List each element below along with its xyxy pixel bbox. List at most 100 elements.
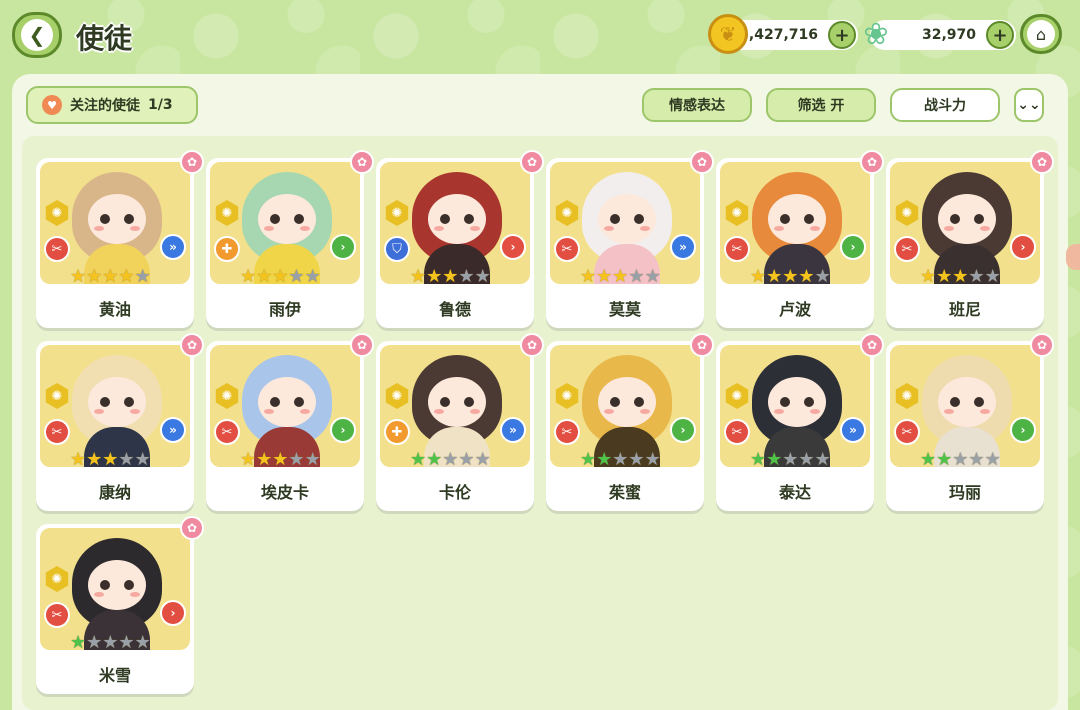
star-icon: ★ bbox=[798, 266, 815, 285]
page-title: 使徒 bbox=[76, 22, 133, 55]
star-rating: ★ ★ ★ ★ ★ bbox=[750, 449, 831, 468]
star-icon: ★ bbox=[134, 449, 151, 468]
star-icon: ★ bbox=[936, 449, 953, 468]
star-icon: ★ bbox=[272, 266, 289, 285]
blush bbox=[640, 409, 650, 414]
eye bbox=[634, 214, 644, 224]
eye bbox=[270, 397, 280, 407]
add-gem-button[interactable]: + bbox=[986, 21, 1014, 49]
character-portrait: ✺ ✂ › ★ ★ ★ ★ ★ bbox=[720, 162, 870, 284]
eye bbox=[950, 214, 960, 224]
eye bbox=[974, 214, 984, 224]
blush bbox=[130, 592, 140, 597]
character-card[interactable]: ✺ ✂ › ★ ★ ★ ★ ★ ✿ 玛丽 bbox=[886, 333, 1054, 511]
eye bbox=[440, 397, 450, 407]
character-face bbox=[258, 194, 316, 244]
sun-element-icon: ✺ bbox=[45, 566, 69, 592]
expand-button[interactable]: ⌄⌄ bbox=[1014, 88, 1044, 122]
character-card[interactable]: ✺ ✚ › ★ ★ ★ ★ ★ ✿ 雨伊 bbox=[206, 150, 374, 328]
eye bbox=[100, 214, 110, 224]
star-icon: ★ bbox=[644, 449, 661, 468]
blush bbox=[130, 409, 140, 414]
star-rating: ★ ★ ★ ★ ★ bbox=[70, 266, 151, 285]
character-face bbox=[88, 377, 146, 427]
star-icon: ★ bbox=[118, 632, 135, 651]
character-name: 卢波 bbox=[778, 300, 811, 319]
star-rating: ★ ★ ★ ★ ★ bbox=[70, 449, 151, 468]
gem-value: 32,970 bbox=[921, 27, 976, 43]
side-tab-handle[interactable] bbox=[1066, 244, 1080, 270]
star-rating: ★ ★ ★ ★ ★ bbox=[240, 266, 321, 285]
character-card[interactable]: ✺ ✚» ★ ★ ★ ★ ★ ✿ 卡伦 bbox=[376, 333, 544, 511]
gold-counter: ❦ 5,427,716 + bbox=[708, 14, 858, 54]
blush bbox=[94, 592, 104, 597]
attack-role-icon: ✂ bbox=[44, 419, 70, 445]
star-icon: ★ bbox=[304, 449, 321, 468]
character-card[interactable]: ✺ ✂ › ★ ★ ★ ★ ★ ✿ 米雪 bbox=[36, 516, 204, 694]
power-class-icon: › bbox=[1010, 234, 1036, 260]
star-icon: ★ bbox=[102, 449, 119, 468]
star-icon: ★ bbox=[766, 449, 783, 468]
character-name: 黄油 bbox=[98, 300, 131, 319]
sort-power-button[interactable]: 战斗力 bbox=[890, 88, 1000, 122]
character-face bbox=[428, 377, 486, 427]
character-name: 茱蜜 bbox=[608, 483, 641, 502]
blush bbox=[94, 409, 104, 414]
eye bbox=[270, 214, 280, 224]
blush bbox=[944, 409, 954, 414]
character-card[interactable]: ✺ ✂ › ★ ★ ★ ★ ★ ✿ 卢波 bbox=[716, 150, 884, 328]
filter-button[interactable]: 筛选 开 bbox=[766, 88, 876, 122]
star-icon: ★ bbox=[86, 449, 103, 468]
star-rating: ★ ★ ★ ★ ★ bbox=[410, 449, 491, 468]
star-icon: ★ bbox=[426, 266, 443, 285]
back-button[interactable]: ❮ bbox=[12, 12, 62, 58]
eye bbox=[294, 214, 304, 224]
character-card[interactable]: ✺ ✂ › ★ ★ ★ ★ ★ ✿ 埃皮卡 bbox=[206, 333, 374, 511]
character-card[interactable]: ✺ ✂ › ★ ★ ★ ★ ★ ✿ 茱蜜 bbox=[546, 333, 714, 511]
character-face bbox=[768, 377, 826, 427]
flower-icon: ✿ bbox=[180, 516, 204, 540]
star-icon: ★ bbox=[766, 266, 783, 285]
speed-class-icon: » bbox=[160, 417, 186, 443]
character-face bbox=[258, 377, 316, 427]
character-card[interactable]: ✺ ✂» ★ ★ ★ ★ ★ ✿ 康纳 bbox=[36, 333, 204, 511]
star-icon: ★ bbox=[134, 632, 151, 651]
home-button[interactable]: ⌂ bbox=[1020, 14, 1062, 54]
star-icon: ★ bbox=[410, 449, 427, 468]
defense-role-icon: ⛉ bbox=[384, 236, 410, 262]
character-portrait: ✺ ✂ › ★ ★ ★ ★ ★ bbox=[550, 345, 700, 467]
character-card[interactable]: ✺ ✂ › ★ ★ ★ ★ ★ ✿ 班尼 bbox=[886, 150, 1054, 328]
double-chevron-down-icon: ⌄⌄ bbox=[1017, 97, 1041, 113]
eye bbox=[294, 397, 304, 407]
emote-button[interactable]: 情感表达 bbox=[642, 88, 752, 122]
attack-role-icon: ✂ bbox=[724, 236, 750, 262]
blush bbox=[604, 409, 614, 414]
flower-icon: ✿ bbox=[180, 333, 204, 357]
star-icon: ★ bbox=[86, 632, 103, 651]
eye bbox=[124, 214, 134, 224]
star-icon: ★ bbox=[458, 449, 475, 468]
advance-class-icon: › bbox=[1010, 417, 1036, 443]
blush bbox=[94, 226, 104, 231]
followed-characters-button[interactable]: ♥ 关注的使徒 1/3 bbox=[26, 86, 198, 124]
star-icon: ★ bbox=[782, 266, 799, 285]
add-gold-button[interactable]: + bbox=[828, 21, 856, 49]
advance-class-icon: › bbox=[670, 417, 696, 443]
star-icon: ★ bbox=[288, 266, 305, 285]
character-name: 雨伊 bbox=[268, 300, 301, 319]
speed-class-icon: » bbox=[500, 417, 526, 443]
attack-role-icon: ✂ bbox=[724, 419, 750, 445]
star-rating: ★ ★ ★ ★ ★ bbox=[750, 266, 831, 285]
star-rating: ★ ★ ★ ★ ★ bbox=[580, 449, 661, 468]
character-card[interactable]: ✺ ✂» ★ ★ ★ ★ ★ ✿ 泰达 bbox=[716, 333, 884, 511]
attack-role-icon: ✂ bbox=[554, 419, 580, 445]
character-card[interactable]: ✺ ✂» ★ ★ ★ ★ ★ ✿ 黄油 bbox=[36, 150, 204, 328]
character-card[interactable]: ✺ ⛉ › ★ ★ ★ ★ ★ ✿ 鲁德 bbox=[376, 150, 544, 328]
character-card[interactable]: ✺ ✂» ★ ★ ★ ★ ★ ✿ 莫莫 bbox=[546, 150, 714, 328]
character-portrait: ✺ ✂ › ★ ★ ★ ★ ★ bbox=[890, 162, 1040, 284]
blush bbox=[774, 409, 784, 414]
star-icon: ★ bbox=[410, 266, 427, 285]
attack-role-icon: ✂ bbox=[44, 236, 70, 262]
sun-element-icon: ✺ bbox=[725, 383, 749, 409]
star-icon: ★ bbox=[118, 266, 135, 285]
